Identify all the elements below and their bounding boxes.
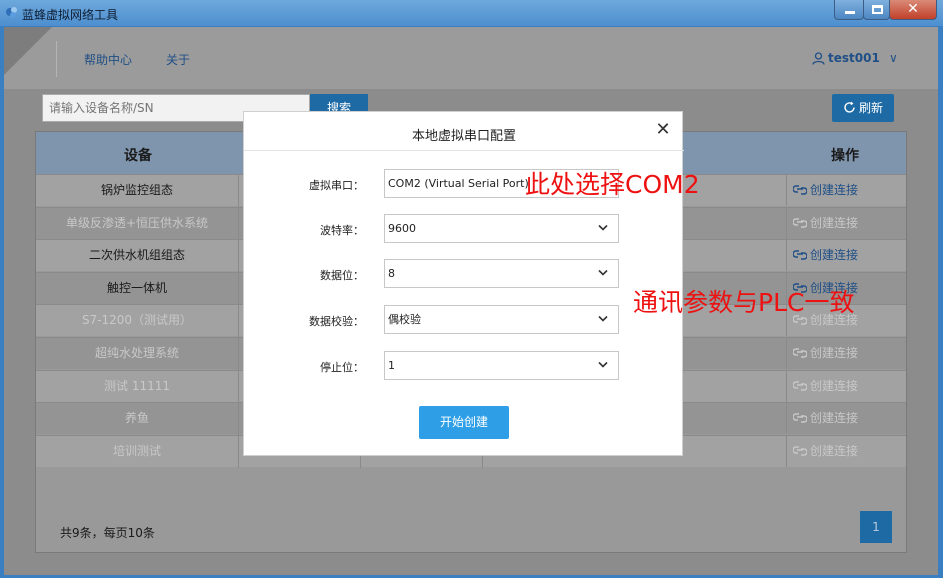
link-icon bbox=[793, 413, 807, 423]
baud-rate-select[interactable]: 9600 bbox=[384, 214, 619, 243]
chevron-down-icon bbox=[598, 315, 608, 322]
minimize-icon bbox=[845, 11, 855, 14]
create-connection-label: 创建连接 bbox=[810, 443, 859, 458]
link-icon bbox=[793, 217, 807, 228]
window-title-bar: 蓝蜂虚拟网络工具 ✕ bbox=[0, 0, 943, 26]
refresh-button[interactable]: 刷新 bbox=[832, 94, 894, 122]
user-name: test001 bbox=[828, 51, 880, 65]
nav-help-link[interactable]: 帮助中心 bbox=[84, 51, 132, 68]
parity-label: 数据校验： bbox=[309, 315, 364, 328]
column-divider bbox=[238, 403, 239, 436]
create-connection-label: 创建连接 bbox=[810, 248, 859, 263]
baud-rate-value: 9600 bbox=[388, 222, 416, 235]
chevron-down-icon: ∨ bbox=[889, 51, 898, 65]
refresh-label: 刷新 bbox=[858, 101, 883, 115]
maximize-button[interactable] bbox=[863, 0, 890, 20]
close-window-button[interactable]: ✕ bbox=[889, 0, 937, 20]
parity-value: 偶校验 bbox=[388, 313, 421, 326]
device-name: 单级反渗透+恒压供水系统 bbox=[65, 215, 209, 230]
nav-about-link[interactable]: 关于 bbox=[166, 51, 190, 68]
column-divider bbox=[238, 305, 239, 338]
create-connection-link: 创建连接 bbox=[786, 338, 906, 369]
device-name: 二次供水机组组态 bbox=[88, 248, 185, 263]
dialog-close-icon[interactable]: ✕ bbox=[654, 121, 672, 139]
create-connection-link[interactable]: 创建连接 bbox=[786, 240, 906, 272]
baud-rate-label: 波特率： bbox=[320, 224, 364, 237]
device-name: 超纯水处理系统 bbox=[94, 346, 179, 360]
header-action: 操作 bbox=[831, 148, 859, 164]
header-device: 设备 bbox=[124, 148, 152, 164]
maximize-icon bbox=[872, 5, 883, 14]
column-divider bbox=[238, 240, 239, 273]
stop-bits-select[interactable]: 1 bbox=[384, 351, 619, 380]
link-icon bbox=[793, 348, 807, 358]
serial-config-dialog: 本地虚拟串口配置 ✕ 虚拟串口： COM2 (Virtual Serial Po… bbox=[243, 111, 684, 456]
device-name: 锅炉监控组态 bbox=[100, 183, 173, 197]
user-icon bbox=[812, 52, 825, 65]
data-bits-value: 8 bbox=[388, 267, 395, 280]
create-connection-link: 创建连接 bbox=[786, 370, 906, 402]
link-icon bbox=[793, 446, 807, 456]
column-divider bbox=[238, 370, 239, 403]
dialog-divider bbox=[244, 150, 684, 151]
start-create-button[interactable]: 开始创建 bbox=[419, 406, 509, 439]
column-divider bbox=[238, 272, 239, 305]
chevron-down-icon bbox=[598, 361, 608, 368]
create-connection-link[interactable]: 创建连接 bbox=[786, 175, 906, 206]
chevron-down-icon bbox=[598, 224, 608, 231]
create-connection-label: 创建连接 bbox=[810, 346, 859, 360]
create-connection-label: 创建连接 bbox=[810, 378, 859, 393]
nav-corner-decoration bbox=[4, 27, 52, 75]
data-bits-select[interactable]: 8 bbox=[384, 259, 619, 288]
link-icon bbox=[793, 380, 807, 391]
virtual-port-label: 虚拟串口： bbox=[309, 179, 364, 192]
parity-select[interactable]: 偶校验 bbox=[384, 305, 619, 334]
create-connection-label: 创建连接 bbox=[810, 411, 859, 426]
device-name: 测试 11111 bbox=[104, 378, 170, 393]
device-name: 养鱼 bbox=[124, 411, 149, 426]
column-divider bbox=[238, 207, 239, 240]
column-divider bbox=[238, 435, 239, 468]
link-icon bbox=[793, 185, 807, 195]
device-name: S7-1200（测试用） bbox=[81, 313, 193, 328]
create-connection-link: 创建连接 bbox=[786, 207, 906, 239]
create-connection-label: 创建连接 bbox=[810, 183, 859, 197]
link-icon bbox=[793, 250, 807, 260]
nav-divider bbox=[56, 41, 57, 77]
stop-bits-value: 1 bbox=[388, 359, 395, 372]
column-divider bbox=[238, 338, 239, 370]
stop-bits-label: 停止位： bbox=[320, 361, 364, 374]
dialog-title: 本地虚拟串口配置 bbox=[411, 129, 516, 144]
page-button-1[interactable]: 1 bbox=[860, 511, 892, 543]
virtual-port-value: COM2 (Virtual Serial Port) bbox=[388, 177, 529, 190]
create-connection-label: 创建连接 bbox=[810, 215, 859, 230]
top-navigation: 帮助中心 关于 test001 ∨ bbox=[4, 27, 938, 89]
minimize-button[interactable] bbox=[834, 0, 864, 20]
column-divider bbox=[238, 175, 239, 207]
window-title: 蓝蜂虚拟网络工具 bbox=[22, 8, 119, 22]
annotation-com2: 此处选择COM2 bbox=[525, 170, 700, 199]
data-bits-label: 数据位： bbox=[320, 269, 364, 282]
annotation-params: 通讯参数与PLC一致 bbox=[633, 288, 855, 317]
refresh-icon bbox=[844, 101, 855, 113]
device-name: 触控一体机 bbox=[106, 280, 167, 295]
create-connection-link: 创建连接 bbox=[786, 403, 906, 435]
user-menu[interactable]: test001 ∨ bbox=[812, 51, 898, 65]
device-name: 培训测试 bbox=[112, 443, 161, 458]
create-connection-link: 创建连接 bbox=[786, 435, 906, 467]
chevron-down-icon bbox=[598, 269, 608, 276]
app-logo-icon bbox=[6, 7, 17, 18]
pagination-summary: 共9条，每页10条 bbox=[60, 526, 155, 540]
